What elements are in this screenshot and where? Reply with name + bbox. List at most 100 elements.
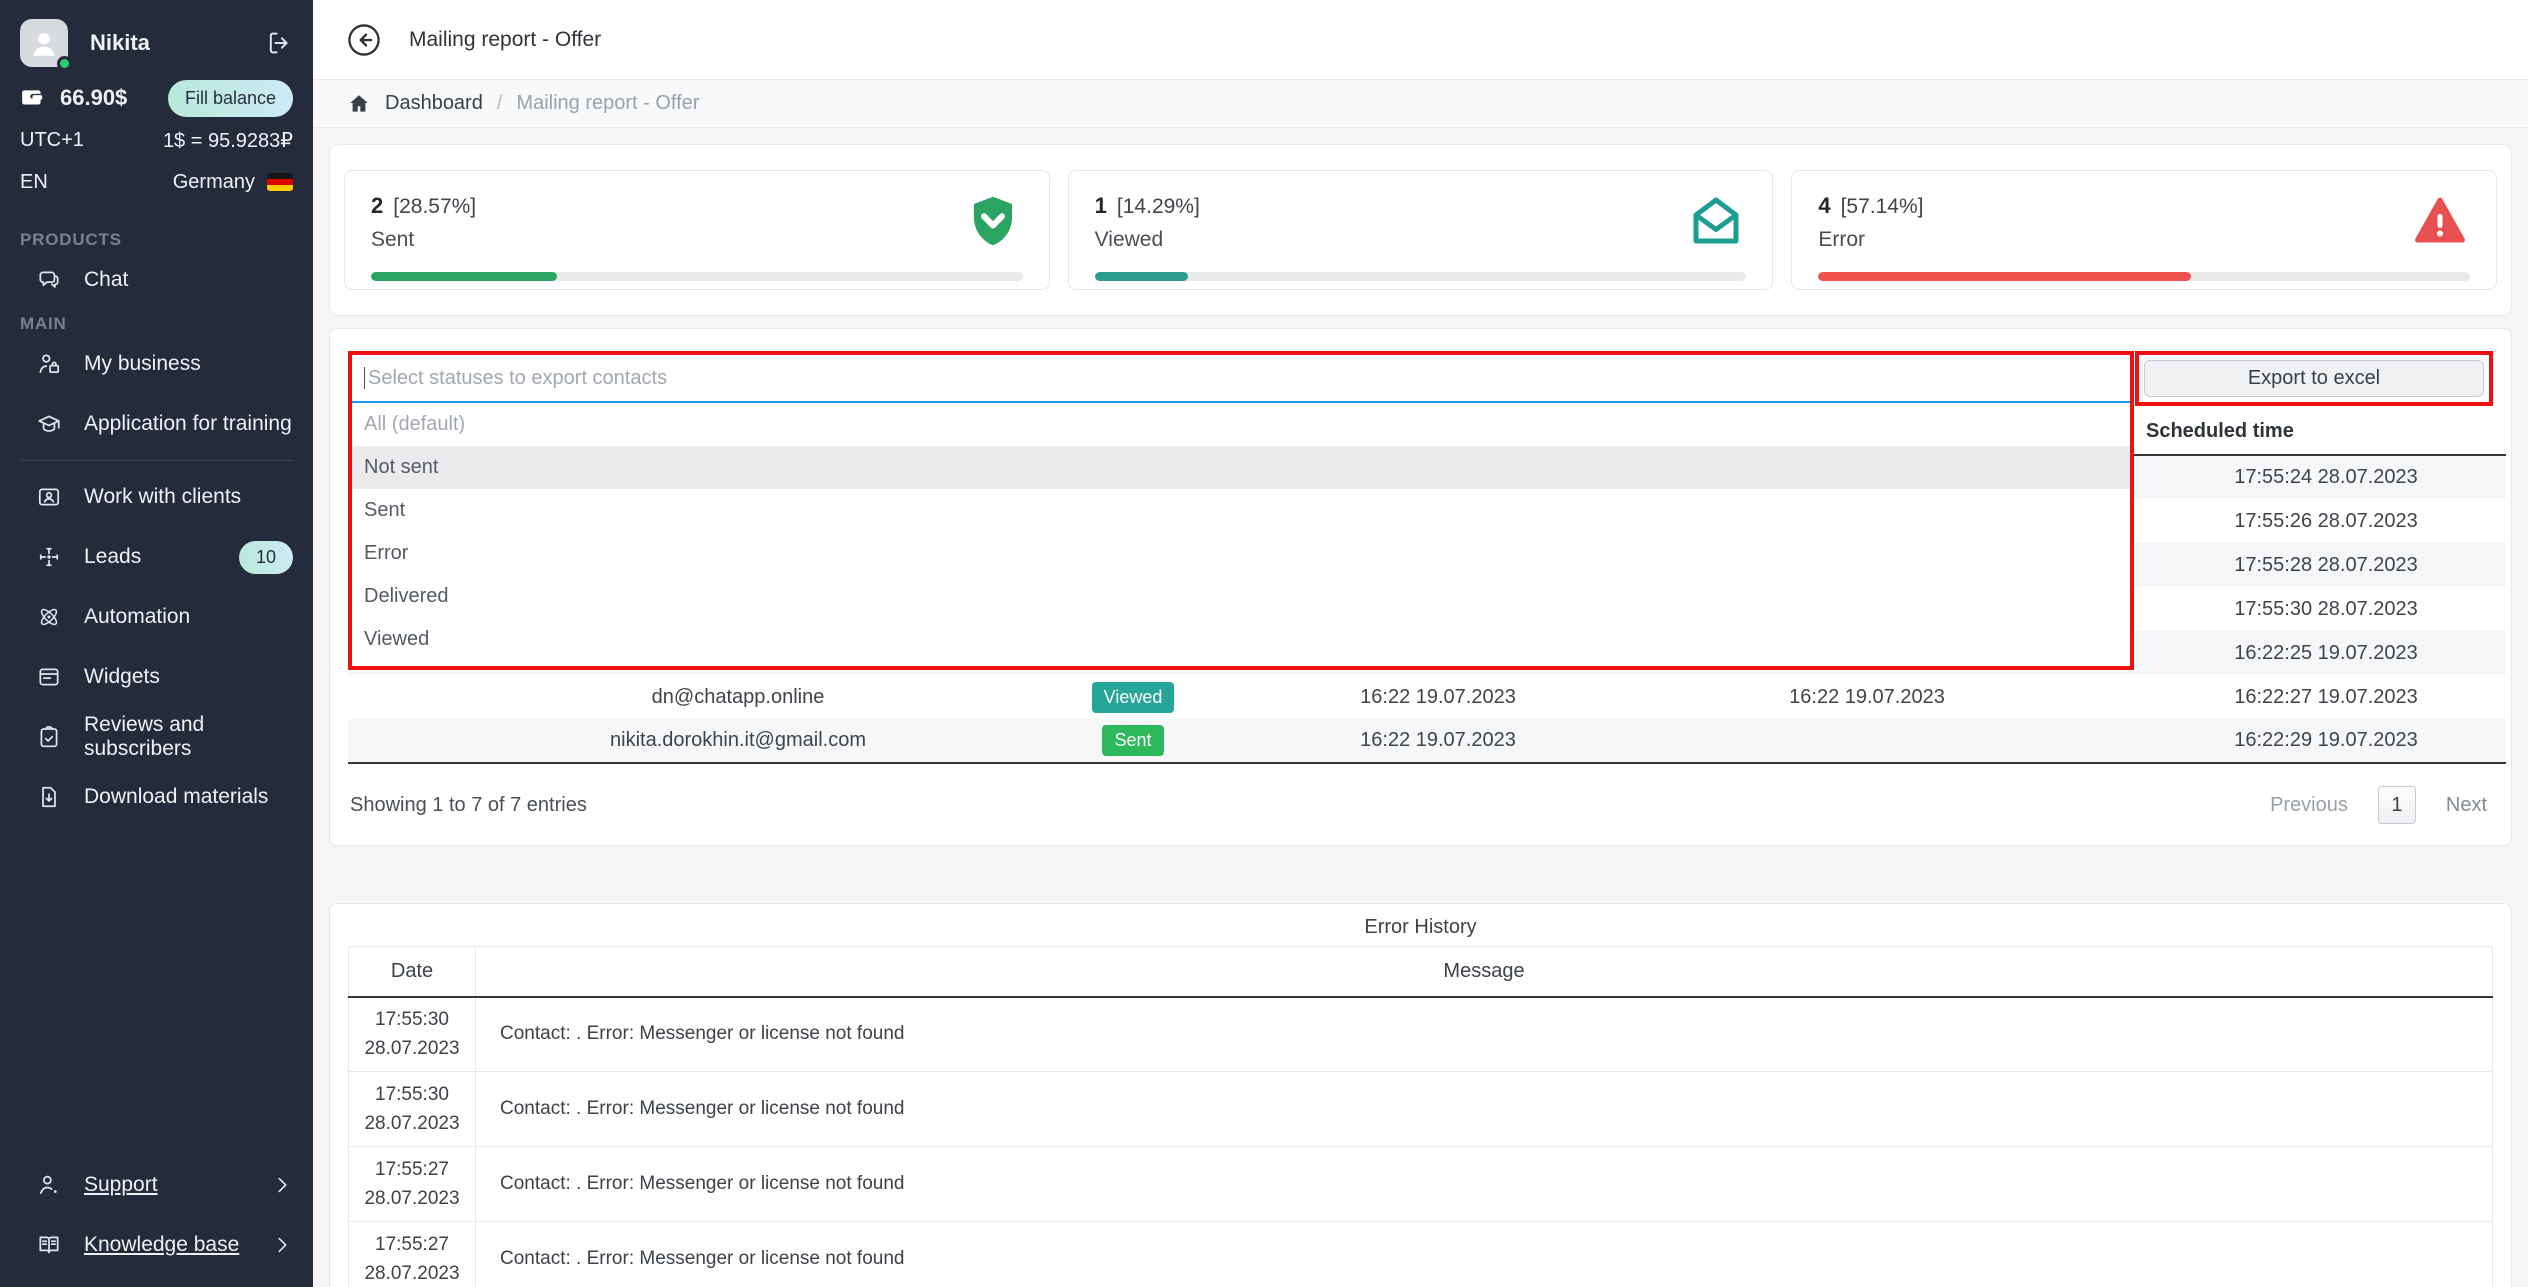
sidebar-item-work-with-clients[interactable]: Work with clients — [20, 467, 293, 527]
cell-viewed-time — [1598, 719, 2136, 763]
stat-line: 2[28.57%] — [371, 193, 1023, 219]
sidebar-item-download-materials[interactable]: Download materials — [20, 767, 293, 827]
atom-icon — [36, 604, 62, 630]
option-viewed[interactable]: Viewed — [352, 618, 2130, 661]
germany-flag-icon — [267, 173, 293, 191]
cell-email: nikita.dorokhin.it@gmail.com — [488, 719, 988, 763]
stat-value: 1 — [1095, 193, 1107, 218]
error-row: 17:55:3028.07.2023 Contact: . Error: Mes… — [349, 997, 2493, 1072]
sidebar-item-automation[interactable]: Automation — [20, 587, 293, 647]
language-value[interactable]: EN — [20, 171, 48, 194]
country-wrap[interactable]: Germany — [173, 171, 293, 194]
error-date: 17:55:3028.07.2023 — [349, 1072, 476, 1147]
error-message: Contact: . Error: Messenger or license n… — [476, 1147, 2493, 1222]
entries-summary: Showing 1 to 7 of 7 entries — [350, 794, 587, 817]
pagination-next[interactable]: Next — [2446, 794, 2487, 817]
col-header-date: Date — [349, 947, 476, 997]
report-panel: Export to excel Scheduled time — [329, 328, 2512, 846]
sidebar-item-chat[interactable]: Chat — [20, 254, 293, 306]
stat-card: 4 [57.14%] Error — [1791, 170, 2497, 290]
sidebar-item-widgets[interactable]: Widgets — [20, 647, 293, 707]
error-date: 17:55:2728.07.2023 — [349, 1222, 476, 1287]
sidebar-item-knowledge-base[interactable]: Knowledge base — [20, 1215, 293, 1275]
stat-line: 1[14.29%] — [1095, 193, 1747, 219]
pagination-previous[interactable]: Previous — [2270, 794, 2348, 817]
logout-icon[interactable] — [265, 29, 293, 57]
warning-icon — [2410, 191, 2470, 251]
section-main: MAIN — [20, 314, 293, 334]
export-to-excel-button[interactable]: Export to excel — [2144, 360, 2484, 397]
sidebar-spacer — [20, 827, 293, 1155]
sidebar-item-label: Application for training — [84, 412, 292, 436]
export-annotation-box: Export to excel — [2135, 351, 2493, 406]
stats-panel: 2[28.57%] Sent 1[14.29%] Viewed 4 [57.14%… — [329, 144, 2512, 316]
sidebar-item-my-business[interactable]: My business — [20, 334, 293, 394]
main-area: Mailing report - Offer Dashboard / Maili… — [313, 0, 2528, 1287]
balance-amount: 66.90$ — [60, 85, 127, 111]
option-all-default[interactable]: All (default) — [352, 403, 2130, 446]
table-row: dn@chatapp.online Viewed 16:22 19.07.202… — [348, 675, 2506, 719]
stat-label: Viewed — [1095, 228, 1747, 252]
breadcrumb-current: Mailing report - Offer — [516, 92, 699, 115]
chevron-right-icon — [271, 1234, 293, 1256]
cell-email: dn@chatapp.online — [488, 675, 988, 719]
sidebar-item-label: Work with clients — [84, 485, 241, 509]
avatar[interactable] — [20, 19, 68, 67]
sidebar: Nikita 66.90$ Fill balance UTC+1 1$ = 95… — [0, 0, 313, 1287]
leads-count-badge: 10 — [239, 541, 293, 574]
cell-scheduled: 17:55:24 28.07.2023 — [2136, 455, 2506, 499]
sidebar-item-application-for-training[interactable]: Application for training — [20, 394, 293, 454]
col-header-scheduled-time[interactable]: Scheduled time — [2136, 409, 2506, 455]
page-title: Mailing report - Offer — [409, 28, 601, 52]
sidebar-item-support[interactable]: Support — [20, 1155, 293, 1215]
error-row: 17:55:3028.07.2023 Contact: . Error: Mes… — [349, 1072, 2493, 1147]
breadcrumb-separator: / — [497, 92, 503, 115]
error-history-table: Date Message 17:55:3028.07.2023 Contact:… — [348, 946, 2493, 1287]
stat-label: Sent — [371, 228, 1023, 252]
option-sent[interactable]: Sent — [352, 489, 2130, 532]
status-options-list: All (default) Not sent Sent Error Delive… — [352, 403, 2130, 666]
option-delivered[interactable]: Delivered — [352, 575, 2130, 618]
home-icon[interactable] — [347, 92, 371, 116]
stat-card: 1[14.29%] Viewed — [1068, 170, 1774, 290]
cell-name — [348, 719, 488, 763]
support-person-icon — [36, 1172, 62, 1198]
sidebar-item-label: Widgets — [84, 665, 160, 689]
sidebar-item-label: Support — [84, 1173, 158, 1197]
sidebar-item-label: Download materials — [84, 785, 268, 809]
sidebar-item-reviews-and-subscribers[interactable]: Reviews and subscribers — [20, 707, 293, 767]
cell-scheduled: 16:22:25 19.07.2023 — [2136, 631, 2506, 675]
window-list-icon — [36, 664, 62, 690]
option-error[interactable]: Error — [352, 532, 2130, 575]
sidebar-item-label: Knowledge base — [84, 1233, 239, 1257]
pagination-page-1[interactable]: 1 — [2378, 786, 2416, 824]
sidebar-divider — [20, 460, 293, 461]
balance-row: 66.90$ Fill balance — [20, 80, 293, 116]
table-row: nikita.dorokhin.it@gmail.com Sent 16:22 … — [348, 719, 2506, 763]
breadcrumb-dashboard[interactable]: Dashboard — [385, 92, 483, 115]
wallet-icon — [20, 85, 46, 111]
option-not-sent[interactable]: Not sent — [352, 446, 2130, 489]
stat-progress-track — [371, 272, 1023, 281]
fill-balance-button[interactable]: Fill balance — [168, 80, 293, 117]
cell-status: Sent — [988, 719, 1278, 763]
country-name: Germany — [173, 171, 255, 194]
stat-label: Error — [1818, 228, 2470, 252]
back-icon[interactable] — [345, 21, 383, 59]
book-icon — [36, 1232, 62, 1258]
exchange-rate: 1$ = 95.9283₽ — [163, 128, 293, 153]
user-name: Nikita — [90, 30, 265, 56]
error-row: 17:55:2728.07.2023 Contact: . Error: Mes… — [349, 1222, 2493, 1287]
col-header-message: Message — [476, 947, 2493, 997]
clipboard-check-icon — [36, 724, 62, 750]
timezone-value: UTC+1 — [20, 129, 84, 152]
sidebar-item-label: Chat — [84, 268, 128, 292]
stat-value: 2 — [371, 193, 383, 218]
status-select-input[interactable]: Select statuses to export contacts — [352, 355, 2130, 403]
error-message: Contact: . Error: Messenger or license n… — [476, 1072, 2493, 1147]
stat-value: 4 — [1818, 193, 1830, 218]
stat-percent: [57.14%] — [1841, 195, 1924, 218]
section-products: PRODUCTS — [20, 230, 293, 250]
sidebar-item-label: Automation — [84, 605, 190, 629]
sidebar-item-leads[interactable]: Leads 10 — [20, 527, 293, 587]
